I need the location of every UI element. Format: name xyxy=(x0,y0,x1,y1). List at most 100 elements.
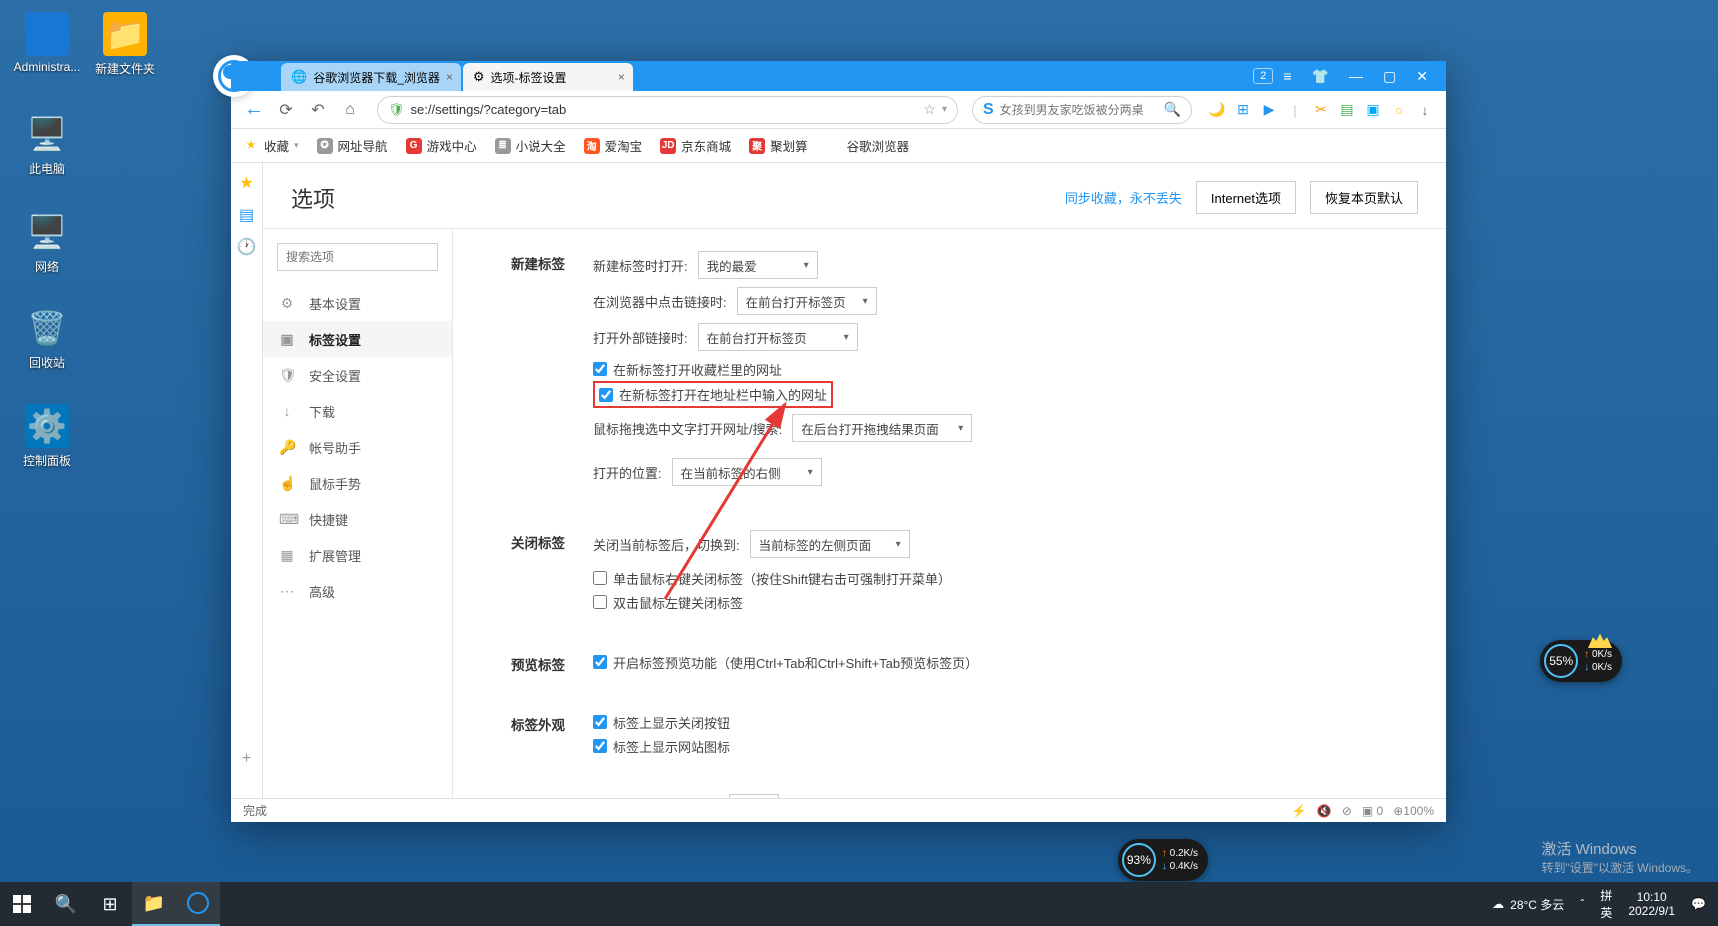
external-link-select[interactable]: 在前台打开标签页▾ xyxy=(698,323,858,351)
chk-preview[interactable] xyxy=(593,655,607,669)
chk-dblclick-close[interactable] xyxy=(593,595,607,609)
taskbar-search-icon[interactable]: 🔍 xyxy=(44,882,88,926)
tab-count-badge[interactable]: 2 xyxy=(1253,68,1273,84)
url-dropdown-icon[interactable]: ▾ xyxy=(942,104,947,115)
restore-defaults-button[interactable]: 恢复本页默认 xyxy=(1310,181,1418,214)
favorites-panel-icon[interactable]: ★ xyxy=(239,173,253,193)
search-bar[interactable]: S 🔍 xyxy=(972,96,1192,124)
status-compat-icon[interactable]: ⚡ xyxy=(1292,804,1307,818)
taskbar-tray-up-icon[interactable]: ˆ xyxy=(1572,897,1592,911)
bookmark-item[interactable]: G游戏中心 xyxy=(406,136,477,155)
bookmark-item[interactable]: G谷歌浏览器 xyxy=(826,136,910,155)
drag-search-select[interactable]: 在后台打开拖拽结果页面▾ xyxy=(792,414,972,442)
desktop-icon[interactable]: 📁新建文件夹 xyxy=(90,12,160,77)
desktop-icon[interactable]: 🖥️此电脑 xyxy=(12,112,82,177)
desktop-icon[interactable]: 👤Administra... xyxy=(12,12,82,74)
sidebar-search-input[interactable] xyxy=(277,243,438,271)
sep-icon: | xyxy=(1284,99,1306,121)
reload-button[interactable]: ⟳ xyxy=(273,97,299,123)
search-input[interactable] xyxy=(1000,103,1164,117)
translate-icon[interactable]: ⊞ xyxy=(1232,99,1254,121)
bookmark-item[interactable]: ≣小说大全 xyxy=(495,136,566,155)
click-link-select[interactable]: 在前台打开标签页▾ xyxy=(737,287,877,315)
desktop-icon[interactable]: 🗑️回收站 xyxy=(12,306,82,371)
bookmark-bar: ★收藏▾ ✪网址导航 G游戏中心 ≣小说大全淘爱淘宝 JD京东商城聚聚划算 G谷歌浏览器 xyxy=(231,129,1446,163)
sidebar-item-icon: 🔑 xyxy=(279,439,295,456)
menu-icon[interactable]: ≡ xyxy=(1273,61,1301,91)
chk-show-close-btn[interactable] xyxy=(593,715,607,729)
settings-sidebar-item[interactable]: ⚙基本设置 xyxy=(263,285,452,321)
page-header: 选项 同步收藏，永不丢失 Internet选项 恢复本页默认 xyxy=(263,163,1446,229)
undo-button[interactable]: ↶ xyxy=(305,97,331,123)
status-zoom-icon[interactable]: ⊕ 100% xyxy=(1393,804,1434,818)
night-mode-icon[interactable]: 🌙 xyxy=(1206,99,1228,121)
bookmark-item[interactable]: 聚聚划算 xyxy=(749,136,808,155)
status-block-icon[interactable]: ⊘ xyxy=(1342,804,1352,818)
bookmark-item[interactable]: ✪网址导航 xyxy=(317,136,388,155)
taskbar-weather[interactable]: ☁ 28°C 多云 xyxy=(1484,896,1572,913)
reading-panel-icon[interactable]: ▤ xyxy=(239,205,254,225)
bookmark-item[interactable]: ★收藏▾ xyxy=(243,136,299,155)
cut-icon[interactable]: ✂ xyxy=(1310,99,1332,121)
minimize-button[interactable]: — xyxy=(1339,61,1373,91)
maximize-button[interactable]: ▢ xyxy=(1373,61,1406,91)
flash-icon[interactable]: ▶ xyxy=(1258,99,1280,121)
capture-icon[interactable]: ▣ xyxy=(1362,99,1384,121)
url-bar[interactable]: 🛡 se://settings/?category=tab ☆ ▾ xyxy=(377,96,958,124)
open-position-select[interactable]: 在当前标签的右侧▾ xyxy=(672,458,822,486)
theme-icon[interactable]: 👕 xyxy=(1302,61,1339,91)
browser-tab[interactable]: 🌐谷歌浏览器下载_浏览器× xyxy=(281,63,461,91)
close-switch-select[interactable]: 当前标签的左侧页面▾ xyxy=(750,530,910,558)
taskbar-clock[interactable]: 10:10 2022/9/1 xyxy=(1620,890,1683,918)
tab-close-icon[interactable]: × xyxy=(446,70,453,84)
settings-sidebar-item[interactable]: 🔑帐号助手 xyxy=(263,429,452,465)
chk-rightclick-close[interactable] xyxy=(593,571,607,585)
hover-ms-input[interactable] xyxy=(729,794,779,798)
download-icon[interactable]: ↓ xyxy=(1414,99,1436,121)
desktop-icon[interactable]: 🖥️网络 xyxy=(12,210,82,275)
taskbar-notifications-icon[interactable]: 💬 xyxy=(1683,897,1714,911)
taskbar-explorer-icon[interactable]: 📁 xyxy=(132,882,176,926)
group-new-tab-label: 新建标签 xyxy=(485,249,565,492)
status-mute-icon[interactable]: 🔇 xyxy=(1317,804,1332,818)
history-panel-icon[interactable]: 🕐 xyxy=(237,237,257,257)
internet-options-button[interactable]: Internet选项 xyxy=(1196,181,1296,214)
new-tab-open-select[interactable]: 我的最爱▾ xyxy=(698,251,818,279)
wallet-icon[interactable]: ○ xyxy=(1388,99,1410,121)
tab-close-icon[interactable]: × xyxy=(618,70,625,84)
back-button[interactable]: ← xyxy=(241,97,267,123)
chk-open-bookmark-newtab[interactable] xyxy=(593,362,607,376)
status-ad-icon[interactable]: ▣ 0 xyxy=(1362,804,1383,818)
add-panel-icon[interactable]: + xyxy=(242,750,251,768)
close-button[interactable]: ✕ xyxy=(1406,61,1438,91)
home-button[interactable]: ⌂ xyxy=(337,97,363,123)
settings-sidebar-item[interactable]: 🛡安全设置 xyxy=(263,357,452,393)
group-preview-label: 预览标签 xyxy=(485,650,565,674)
network-widget[interactable]: 93%0.2K/s0.4K/s xyxy=(1118,839,1208,881)
settings-sidebar-item[interactable]: ↓下载 xyxy=(263,393,452,429)
bookmark-item[interactable]: 淘爱淘宝 xyxy=(584,136,643,155)
taskbar-sogou-icon[interactable] xyxy=(176,882,220,926)
favorite-star-icon[interactable]: ☆ xyxy=(923,101,936,118)
page-title: 选项 xyxy=(291,182,335,214)
chk-show-favicon[interactable] xyxy=(593,739,607,753)
start-button[interactable] xyxy=(0,882,44,926)
bookmark-item[interactable]: JD京东商城 xyxy=(660,136,731,155)
taskbar-taskview-icon[interactable]: ⊞ xyxy=(88,882,132,926)
sidebar-item-label: 下载 xyxy=(309,402,335,421)
taskbar-ime-lang[interactable]: 拼 英 xyxy=(1592,887,1620,921)
settings-sidebar-item[interactable]: ☝鼠标手势 xyxy=(263,465,452,501)
settings-sidebar-item[interactable]: ▣标签设置 xyxy=(263,321,452,357)
search-go-icon[interactable]: 🔍 xyxy=(1164,101,1181,118)
settings-sidebar-item[interactable]: ⌨快捷键 xyxy=(263,501,452,537)
settings-sidebar-item[interactable]: ▦扩展管理 xyxy=(263,537,452,573)
browser-tab[interactable]: ⚙选项-标签设置× xyxy=(463,63,633,91)
desktop-icon[interactable]: ⚙️控制面板 xyxy=(12,404,82,469)
sync-link[interactable]: 同步收藏，永不丢失 xyxy=(1065,188,1182,207)
desktop: 👤Administra...📁新建文件夹🖥️此电脑 🖥️网络 🗑️回收站 ⚙️控制面板… xyxy=(0,0,1718,926)
settings-sidebar-item[interactable]: ⋯高级 xyxy=(263,573,452,609)
search-provider-icon[interactable]: S xyxy=(983,101,994,119)
note-icon[interactable]: ▤ xyxy=(1336,99,1358,121)
chk-open-addressbar-newtab[interactable] xyxy=(599,388,613,402)
toolbar-extras: 🌙 ⊞ ▶ | ✂ ▤ ▣ ○ ↓ xyxy=(1206,99,1436,121)
